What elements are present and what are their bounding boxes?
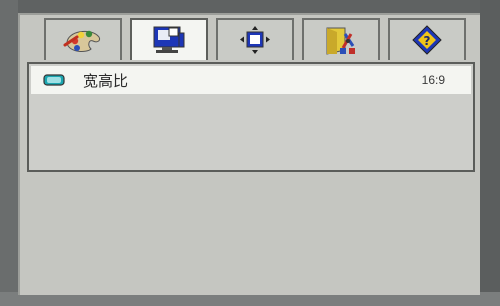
aspect-ratio-value: 16:9	[421, 73, 445, 87]
aspect-ratio-label: 宽高比	[83, 71, 129, 90]
aspect-ratio-row[interactable]: 宽高比 16:9	[31, 66, 471, 94]
color-palette-icon	[63, 30, 100, 52]
settings-panel: 宽高比 16:9	[27, 62, 475, 172]
osd-tab-bar: ?	[44, 18, 466, 62]
monitor-display-icon	[153, 26, 185, 53]
osd-menu-window: ? 宽高比 16:9	[18, 13, 480, 295]
position-adjust-icon	[240, 26, 270, 54]
screen-background-left	[0, 0, 18, 306]
tab-position[interactable]	[216, 18, 294, 60]
aspect-ratio-icon	[43, 74, 65, 86]
tab-display[interactable]	[130, 18, 208, 60]
tab-setup[interactable]	[302, 18, 380, 60]
setup-tools-icon	[326, 27, 355, 55]
help-question-icon: ?	[412, 25, 442, 55]
tab-help[interactable]: ?	[388, 18, 466, 60]
screen-background-right	[480, 0, 500, 306]
svg-text:?: ?	[424, 34, 431, 48]
tab-color[interactable]	[44, 18, 122, 60]
